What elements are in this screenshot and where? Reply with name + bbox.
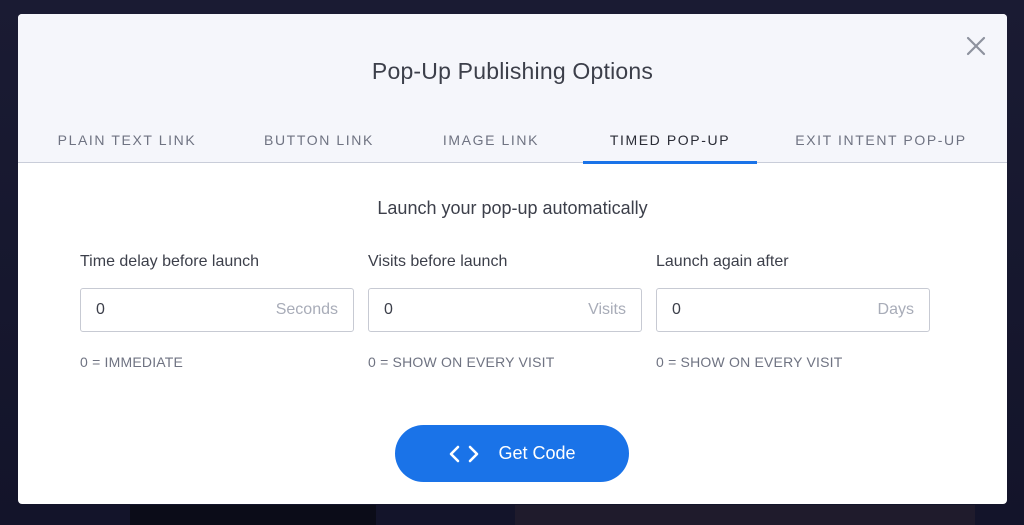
tab-image-link[interactable]: IMAGE LINK	[414, 124, 568, 163]
tab-timed-pop-up[interactable]: TIMED POP-UP	[583, 124, 757, 164]
visits-input[interactable]: 0 Visits	[368, 288, 642, 332]
time-delay-hint: 0 = IMMEDIATE	[80, 354, 184, 370]
launch-again-value[interactable]: 0	[672, 289, 681, 331]
time-delay-input[interactable]: 0 Seconds	[80, 288, 354, 332]
background-panel-left	[130, 505, 376, 525]
launch-again-input[interactable]: 0 Days	[656, 288, 930, 332]
visits-value[interactable]: 0	[384, 289, 393, 331]
visits-unit: Visits	[588, 301, 626, 318]
code-icon	[448, 444, 480, 464]
tab-button-link[interactable]: BUTTON LINK	[236, 124, 402, 163]
time-delay-field: Time delay before launch 0 Seconds 0 = I…	[80, 252, 354, 370]
time-delay-value[interactable]: 0	[96, 289, 105, 331]
visits-label: Visits before launch	[368, 253, 508, 270]
modal-title: Pop-Up Publishing Options	[371, 58, 654, 84]
publishing-options-modal: Pop-Up Publishing Options PLAIN TEXT LIN…	[18, 14, 1007, 504]
launch-again-label: Launch again after	[656, 253, 789, 270]
visits-hint: 0 = SHOW ON EVERY VISIT	[368, 354, 555, 370]
time-delay-unit: Seconds	[275, 301, 338, 318]
get-code-button[interactable]: Get Code	[395, 425, 629, 482]
launch-again-unit: Days	[877, 301, 914, 318]
modal-header: Pop-Up Publishing Options PLAIN TEXT LIN…	[18, 14, 1007, 164]
tab-plain-text-link[interactable]: PLAIN TEXT LINK	[36, 124, 218, 163]
get-code-label: Get Code	[498, 443, 576, 463]
background-panel-right	[515, 505, 975, 525]
launch-again-hint: 0 = SHOW ON EVERY VISIT	[656, 354, 843, 370]
time-delay-label: Time delay before launch	[80, 253, 260, 270]
close-icon[interactable]	[964, 34, 988, 58]
publishing-tabs: PLAIN TEXT LINK BUTTON LINK IMAGE LINK T…	[18, 124, 1007, 164]
visits-field: Visits before launch 0 Visits 0 = SHOW O…	[368, 252, 642, 370]
launch-again-field: Launch again after 0 Days 0 = SHOW ON EV…	[656, 252, 930, 370]
tab-exit-intent-pop-up[interactable]: EXIT INTENT POP-UP	[781, 124, 981, 163]
section-subtitle: Launch your pop-up automatically	[377, 198, 648, 218]
